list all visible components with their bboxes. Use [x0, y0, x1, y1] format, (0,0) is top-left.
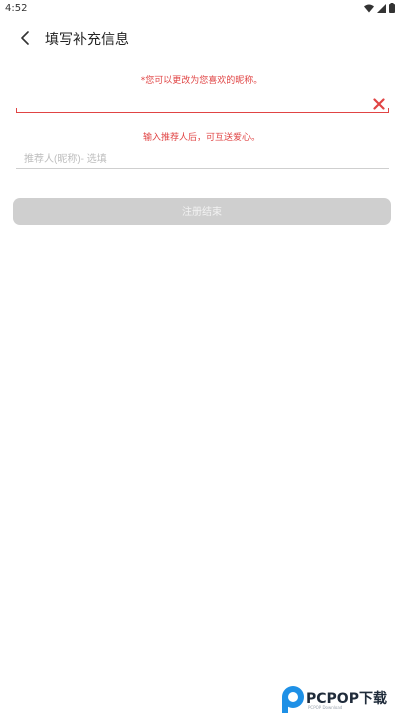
watermark-sub: PCPOP Download — [308, 705, 343, 710]
referrer-input[interactable] — [22, 150, 386, 168]
nickname-hint: *您可以更改为您喜欢的昵称。 — [140, 76, 263, 86]
nickname-field-edge-left — [16, 108, 17, 113]
finish-registration-button[interactable]: 注册结束 — [13, 198, 391, 225]
referrer-field — [16, 150, 389, 169]
back-arrow-icon — [20, 30, 30, 49]
status-time: 4:52 — [5, 3, 28, 14]
nickname-input[interactable] — [16, 90, 360, 112]
signal-icon — [377, 3, 386, 16]
nickname-field — [16, 90, 389, 113]
status-icons — [364, 3, 395, 16]
battery-icon — [389, 3, 395, 16]
pcpop-logo-icon — [282, 686, 304, 713]
nickname-field-edge-right — [388, 108, 389, 113]
referrer-hint: 输入推荐人后，可互送爱心。 — [142, 133, 260, 143]
close-icon — [373, 95, 385, 114]
app-bar: 填写补充信息 — [0, 22, 403, 56]
status-bar: 4:52 — [0, 0, 403, 18]
wifi-icon — [364, 4, 374, 16]
page-title: 填写补充信息 — [45, 32, 129, 48]
clear-button[interactable] — [373, 95, 385, 110]
watermark-logo: PCPOP下载 PCPOP Download — [280, 684, 398, 714]
back-button[interactable] — [14, 28, 36, 50]
